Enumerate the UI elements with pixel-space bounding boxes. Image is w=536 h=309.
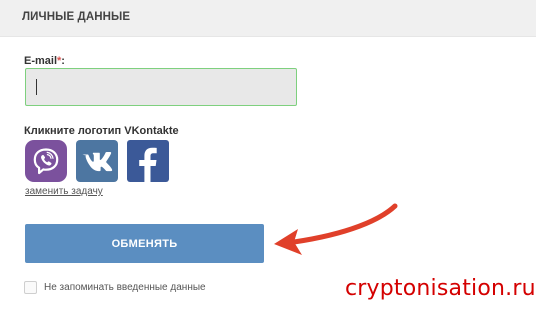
facebook-icon[interactable] [127,140,169,182]
change-task-link[interactable]: заменить задачу [25,186,103,197]
arrow-pointer [274,203,398,255]
section-title: ЛИЧНЫЕ ДАННЫЕ [22,11,131,23]
social-captcha-label: Кликните логотип VKontakte [24,125,179,137]
email-field[interactable] [25,68,297,106]
section-header: ЛИЧНЫЕ ДАННЫЕ [0,0,536,37]
email-label-colon: : [61,55,65,67]
vk-icon[interactable] [76,140,118,182]
exchange-button[interactable]: ОБМЕНЯТЬ [25,224,264,263]
remember-checkbox[interactable] [24,281,37,294]
email-label-text: E-mail [24,55,58,67]
watermark-text: cryptonisation.ru [345,276,536,301]
remember-label: Не запоминать введенные данные [44,282,206,293]
arrow-shaft [291,203,398,245]
text-cursor [36,79,37,95]
email-label: E-mail*: [24,55,65,67]
viber-icon[interactable] [25,140,67,182]
